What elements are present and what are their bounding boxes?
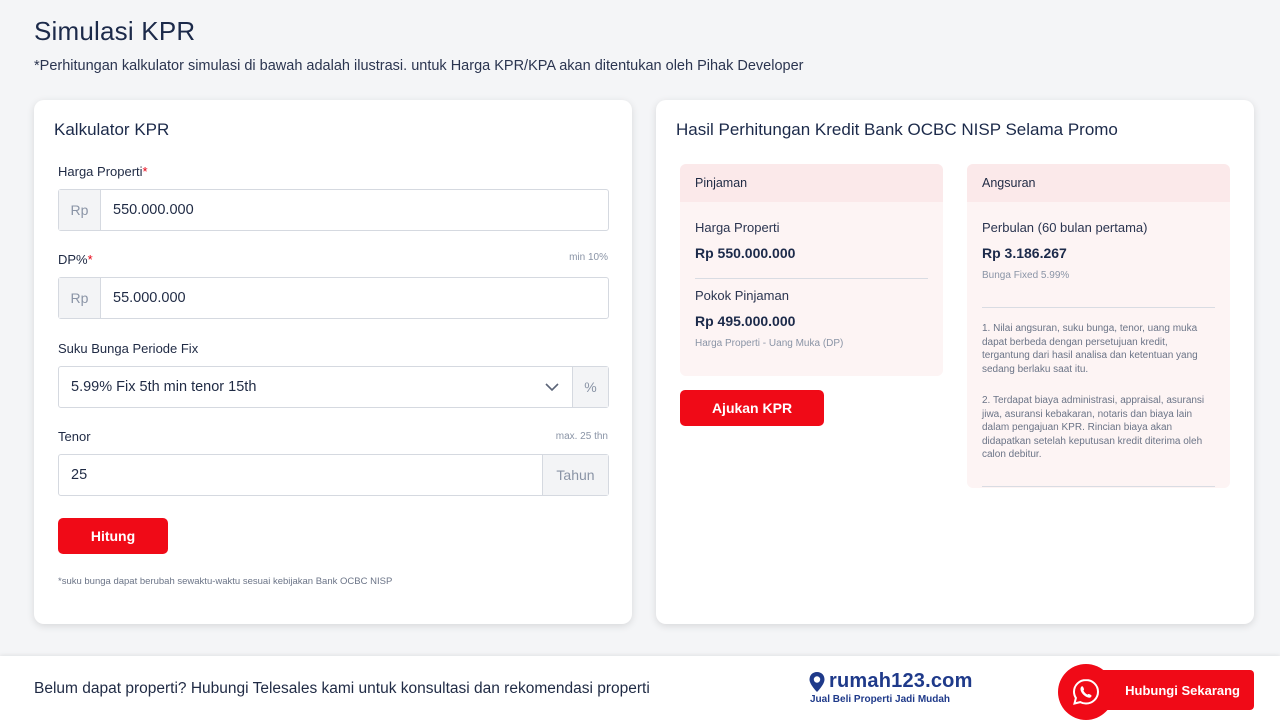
fixed-rate-note: Bunga Fixed 5.99% xyxy=(982,270,1070,281)
rate-select[interactable]: 5.99% Fix 5th min tenor 15th % xyxy=(58,366,609,408)
loan-price-label: Harga Properti xyxy=(695,220,780,235)
principal-label: Pokok Pinjaman xyxy=(695,288,789,303)
dp-label: DP%* xyxy=(58,252,93,267)
tenor-input[interactable]: 25 Tahun xyxy=(58,454,609,496)
brand-name: rumah123.com xyxy=(808,670,988,693)
rate-label: Suku Bunga Periode Fix xyxy=(58,341,199,356)
rate-percent-addon: % xyxy=(572,367,608,407)
calculator-card: Kalkulator KPR Harga Properti* Rp 550.00… xyxy=(34,100,632,624)
monthly-value: Rp 3.186.267 xyxy=(982,245,1067,261)
installment-note-2: 2. Terdapat biaya administrasi, appraisa… xyxy=(982,395,1205,460)
dp-label-text: DP% xyxy=(58,252,88,267)
rate-footnote: *suku bunga dapat berubah sewaktu-waktu … xyxy=(58,576,393,587)
calculator-title: Kalkulator KPR xyxy=(54,120,170,139)
monthly-label: Perbulan (60 bulan pertama) xyxy=(982,220,1148,235)
rate-select-value[interactable]: 5.99% Fix 5th min tenor 15th xyxy=(59,367,532,407)
whatsapp-icon[interactable] xyxy=(1058,664,1114,720)
price-input-value[interactable]: 550.000.000 xyxy=(101,190,608,230)
result-card: Hasil Perhitungan Kredit Bank OCBC NISP … xyxy=(656,100,1254,624)
price-input[interactable]: Rp 550.000.000 xyxy=(58,189,609,231)
telesales-text: Belum dapat properti? Hubungi Telesales … xyxy=(34,680,650,697)
tenor-input-value[interactable]: 25 xyxy=(59,455,542,495)
apply-kpr-button[interactable]: Ajukan KPR xyxy=(680,390,824,426)
result-title: Hasil Perhitungan Kredit Bank OCBC NISP … xyxy=(676,120,1118,139)
loan-panel-header: Pinjaman xyxy=(680,164,943,202)
required-mark: * xyxy=(87,252,93,267)
telesales-bar: Belum dapat properti? Hubungi Telesales … xyxy=(0,656,1280,720)
brand-tagline: Jual Beli Properti Jadi Mudah xyxy=(810,694,951,705)
installment-note-1: 1. Nilai angsuran, suku bunga, tenor, ua… xyxy=(982,323,1198,375)
brand-name-text: rumah123.com xyxy=(829,670,973,692)
price-label: Harga Properti* xyxy=(58,164,148,179)
principal-value: Rp 495.000.000 xyxy=(695,313,796,329)
price-label-text: Harga Properti xyxy=(58,164,143,179)
dp-input[interactable]: Rp 55.000.000 xyxy=(58,277,609,319)
price-currency-addon: Rp xyxy=(59,190,101,230)
loan-price-value: Rp 550.000.000 xyxy=(695,245,796,261)
tenor-unit-addon: Tahun xyxy=(542,455,608,495)
tenor-label: Tenor xyxy=(58,429,91,444)
loan-panel: Pinjaman Harga Properti Rp 550.000.000 P… xyxy=(680,164,943,376)
calculate-button[interactable]: Hitung xyxy=(58,518,168,554)
chevron-down-icon[interactable] xyxy=(532,367,572,407)
installment-panel-header: Angsuran xyxy=(967,164,1230,202)
divider xyxy=(982,486,1215,487)
divider xyxy=(695,278,928,279)
principal-note: Harga Properti - Uang Muka (DP) xyxy=(695,338,844,349)
page-subtitle: *Perhitungan kalkulator simulasi di bawa… xyxy=(34,58,804,74)
tenor-hint: max. 25 thn xyxy=(555,431,608,442)
dp-hint: min 10% xyxy=(569,252,608,263)
dp-input-value[interactable]: 55.000.000 xyxy=(101,278,608,318)
required-mark: * xyxy=(142,164,148,179)
dp-currency-addon: Rp xyxy=(59,278,101,318)
divider xyxy=(982,307,1215,308)
page-title: Simulasi KPR xyxy=(34,16,196,46)
installment-panel: Angsuran Perbulan (60 bulan pertama) Rp … xyxy=(967,164,1230,488)
brand-logo: rumah123.com Jual Beli Properti Jadi Mud… xyxy=(808,670,988,705)
location-pin-icon xyxy=(808,671,826,693)
